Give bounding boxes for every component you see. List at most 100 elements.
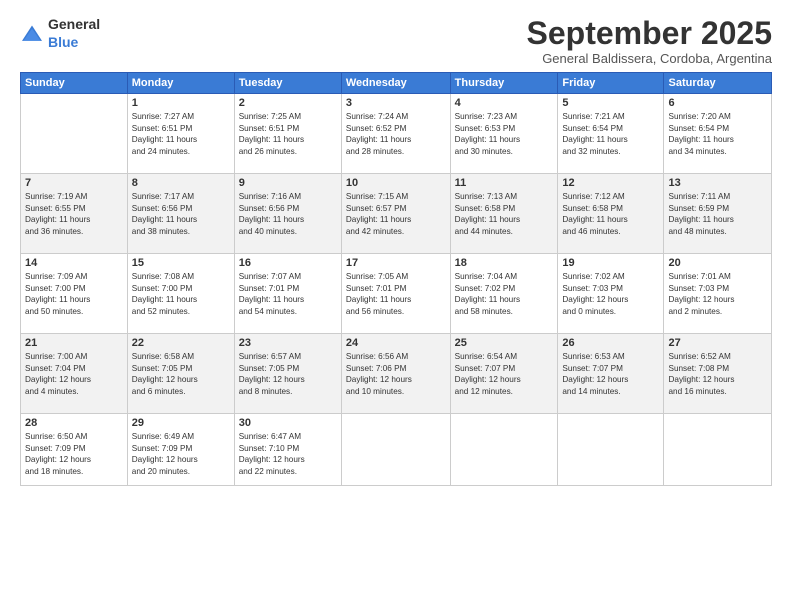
day-info: Sunrise: 6:52 AM Sunset: 7:08 PM Dayligh… — [668, 351, 767, 397]
calendar-cell — [664, 414, 772, 486]
calendar-cell: 9 Sunrise: 7:16 AM Sunset: 6:56 PM Daylig… — [234, 174, 341, 254]
calendar-cell: 12 Sunrise: 7:12 AM Sunset: 6:58 PM Dayli… — [558, 174, 664, 254]
calendar-cell — [341, 414, 450, 486]
week-row-3: 14 Sunrise: 7:09 AM Sunset: 7:00 PM Dayli… — [21, 254, 772, 334]
day-number: 10 — [346, 177, 446, 189]
day-number: 22 — [132, 337, 230, 349]
calendar-cell — [21, 94, 128, 174]
calendar-cell: 2Sunrise: 7:25 AM Sunset: 6:51 PM Daylig… — [234, 94, 341, 174]
day-number: 21 — [25, 337, 123, 349]
calendar-cell: 6 Sunrise: 7:20 AM Sunset: 6:54 PM Daylig… — [664, 94, 772, 174]
calendar-cell: 16 Sunrise: 7:07 AM Sunset: 7:01 PM Dayli… — [234, 254, 341, 334]
day-info: Sunrise: 7:07 AM Sunset: 7:01 PM Dayligh… — [239, 271, 337, 317]
week-row-4: 21 Sunrise: 7:00 AM Sunset: 7:04 PM Dayli… — [21, 334, 772, 414]
day-info: Sunrise: 6:50 AM Sunset: 7:09 PM Dayligh… — [25, 431, 123, 477]
day-info: Sunrise: 7:00 AM Sunset: 7:04 PM Dayligh… — [25, 351, 123, 397]
day-number: 19 — [562, 257, 659, 269]
day-info: Sunrise: 7:15 AM Sunset: 6:57 PM Dayligh… — [346, 191, 446, 237]
weekday-header-saturday: Saturday — [664, 73, 772, 94]
calendar-cell: 30Sunrise: 6:47 AM Sunset: 7:10 PM Dayli… — [234, 414, 341, 486]
day-number: 9 — [239, 177, 337, 189]
week-row-5: 28 Sunrise: 6:50 AM Sunset: 7:09 PM Dayli… — [21, 414, 772, 486]
weekday-header-friday: Friday — [558, 73, 664, 94]
day-info: Sunrise: 7:16 AM Sunset: 6:56 PM Dayligh… — [239, 191, 337, 237]
day-number: 20 — [668, 257, 767, 269]
day-info: Sunrise: 7:17 AM Sunset: 6:56 PM Dayligh… — [132, 191, 230, 237]
day-info: Sunrise: 7:01 AM Sunset: 7:03 PM Dayligh… — [668, 271, 767, 317]
day-info: Sunrise: 6:56 AM Sunset: 7:06 PM Dayligh… — [346, 351, 446, 397]
day-info: Sunrise: 7:27 AM Sunset: 6:51 PM Dayligh… — [132, 111, 230, 157]
weekday-header-tuesday: Tuesday — [234, 73, 341, 94]
day-number: 6 — [668, 97, 767, 109]
week-row-1: 1 Sunrise: 7:27 AM Sunset: 6:51 PM Daylig… — [21, 94, 772, 174]
day-info: Sunrise: 7:11 AM Sunset: 6:59 PM Dayligh… — [668, 191, 767, 237]
calendar-cell: 11Sunrise: 7:13 AM Sunset: 6:58 PM Dayli… — [450, 174, 558, 254]
calendar-cell: 29 Sunrise: 6:49 AM Sunset: 7:09 PM Dayli… — [127, 414, 234, 486]
calendar-cell: 17 Sunrise: 7:05 AM Sunset: 7:01 PM Dayli… — [341, 254, 450, 334]
header: General Blue September 2025 General Bald… — [20, 16, 772, 66]
day-info: Sunrise: 6:53 AM Sunset: 7:07 PM Dayligh… — [562, 351, 659, 397]
logo-icon — [20, 24, 44, 44]
day-number: 14 — [25, 257, 123, 269]
calendar-cell: 14 Sunrise: 7:09 AM Sunset: 7:00 PM Dayli… — [21, 254, 128, 334]
day-info: Sunrise: 7:04 AM Sunset: 7:02 PM Dayligh… — [455, 271, 554, 317]
week-row-2: 7 Sunrise: 7:19 AM Sunset: 6:55 PM Daylig… — [21, 174, 772, 254]
weekday-header-row: SundayMondayTuesdayWednesdayThursdayFrid… — [21, 73, 772, 94]
calendar-cell: 13Sunrise: 7:11 AM Sunset: 6:59 PM Dayli… — [664, 174, 772, 254]
calendar-cell: 3Sunrise: 7:24 AM Sunset: 6:52 PM Daylig… — [341, 94, 450, 174]
calendar-cell: 23Sunrise: 6:57 AM Sunset: 7:05 PM Dayli… — [234, 334, 341, 414]
day-info: Sunrise: 6:58 AM Sunset: 7:05 PM Dayligh… — [132, 351, 230, 397]
calendar-cell: 8Sunrise: 7:17 AM Sunset: 6:56 PM Daylig… — [127, 174, 234, 254]
day-number: 1 — [132, 97, 230, 109]
day-info: Sunrise: 7:05 AM Sunset: 7:01 PM Dayligh… — [346, 271, 446, 317]
day-info: Sunrise: 7:19 AM Sunset: 6:55 PM Dayligh… — [25, 191, 123, 237]
calendar-cell: 19 Sunrise: 7:02 AM Sunset: 7:03 PM Dayli… — [558, 254, 664, 334]
day-number: 24 — [346, 337, 446, 349]
page: General Blue September 2025 General Bald… — [0, 0, 792, 612]
calendar-table: SundayMondayTuesdayWednesdayThursdayFrid… — [20, 72, 772, 486]
day-number: 7 — [25, 177, 123, 189]
weekday-header-wednesday: Wednesday — [341, 73, 450, 94]
day-number: 11 — [455, 177, 554, 189]
calendar-cell: 7 Sunrise: 7:19 AM Sunset: 6:55 PM Daylig… — [21, 174, 128, 254]
month-title: September 2025 — [527, 16, 772, 51]
day-number: 25 — [455, 337, 554, 349]
calendar-cell: 27Sunrise: 6:52 AM Sunset: 7:08 PM Dayli… — [664, 334, 772, 414]
logo-blue: Blue — [48, 34, 78, 50]
calendar-cell: 15Sunrise: 7:08 AM Sunset: 7:00 PM Dayli… — [127, 254, 234, 334]
day-number: 29 — [132, 417, 230, 429]
calendar-cell: 1 Sunrise: 7:27 AM Sunset: 6:51 PM Daylig… — [127, 94, 234, 174]
day-info: Sunrise: 7:20 AM Sunset: 6:54 PM Dayligh… — [668, 111, 767, 157]
day-info: Sunrise: 7:21 AM Sunset: 6:54 PM Dayligh… — [562, 111, 659, 157]
weekday-header-sunday: Sunday — [21, 73, 128, 94]
day-info: Sunrise: 7:02 AM Sunset: 7:03 PM Dayligh… — [562, 271, 659, 317]
calendar-cell: 26 Sunrise: 6:53 AM Sunset: 7:07 PM Dayli… — [558, 334, 664, 414]
calendar-cell: 22 Sunrise: 6:58 AM Sunset: 7:05 PM Dayli… — [127, 334, 234, 414]
day-number: 30 — [239, 417, 337, 429]
day-number: 12 — [562, 177, 659, 189]
logo-general: General — [48, 16, 100, 32]
title-block: September 2025 General Baldissera, Cordo… — [527, 16, 772, 66]
day-number: 2 — [239, 97, 337, 109]
day-info: Sunrise: 7:09 AM Sunset: 7:00 PM Dayligh… — [25, 271, 123, 317]
calendar-cell: 18 Sunrise: 7:04 AM Sunset: 7:02 PM Dayli… — [450, 254, 558, 334]
day-number: 23 — [239, 337, 337, 349]
day-number: 18 — [455, 257, 554, 269]
calendar-cell: 24 Sunrise: 6:56 AM Sunset: 7:06 PM Dayli… — [341, 334, 450, 414]
day-info: Sunrise: 7:12 AM Sunset: 6:58 PM Dayligh… — [562, 191, 659, 237]
calendar-cell: 28 Sunrise: 6:50 AM Sunset: 7:09 PM Dayli… — [21, 414, 128, 486]
day-number: 3 — [346, 97, 446, 109]
day-number: 15 — [132, 257, 230, 269]
logo-text: General Blue — [48, 16, 100, 52]
calendar-cell — [450, 414, 558, 486]
calendar-cell — [558, 414, 664, 486]
day-number: 17 — [346, 257, 446, 269]
day-info: Sunrise: 7:23 AM Sunset: 6:53 PM Dayligh… — [455, 111, 554, 157]
day-info: Sunrise: 6:49 AM Sunset: 7:09 PM Dayligh… — [132, 431, 230, 477]
calendar-cell: 5 Sunrise: 7:21 AM Sunset: 6:54 PM Daylig… — [558, 94, 664, 174]
day-number: 28 — [25, 417, 123, 429]
day-number: 5 — [562, 97, 659, 109]
subtitle: General Baldissera, Cordoba, Argentina — [527, 51, 772, 66]
day-number: 16 — [239, 257, 337, 269]
day-number: 26 — [562, 337, 659, 349]
